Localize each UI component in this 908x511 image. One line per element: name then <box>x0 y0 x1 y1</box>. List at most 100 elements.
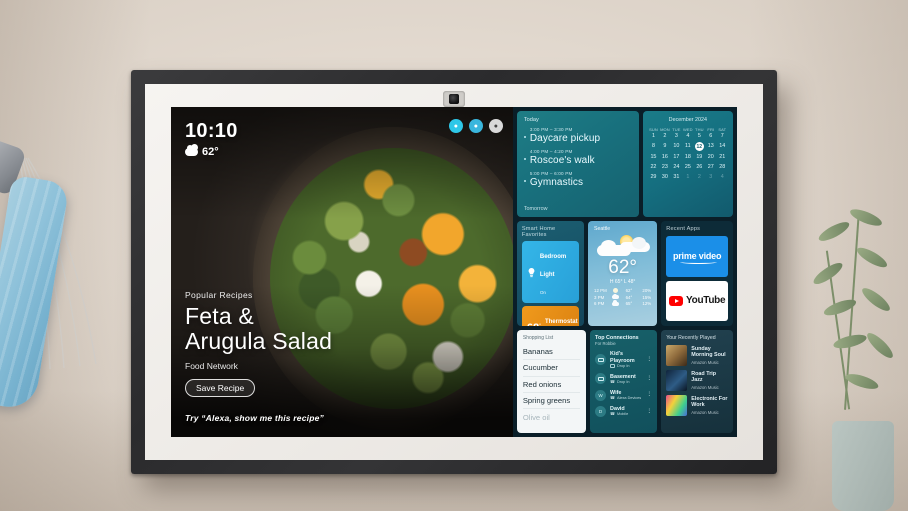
device-icon <box>595 373 607 385</box>
calendar-day[interactable]: 10 <box>671 142 682 152</box>
calendar-day[interactable]: 5 <box>694 132 705 141</box>
olive-plant-decor <box>793 190 908 511</box>
cloud-shape <box>631 237 646 250</box>
recently-played-item[interactable]: Sunday Morning Soul Amazon Music <box>666 344 728 366</box>
app-tile-prime-video[interactable]: prime video <box>666 236 728 277</box>
calendar-widget[interactable]: December 2024 SUN MON TUE WED THU FRI SAT 1234… <box>642 111 733 218</box>
weather-hour-temp: 64° <box>625 294 633 300</box>
overflow-menu-icon[interactable]: ⋮ <box>646 408 652 413</box>
youtube-play-icon <box>669 295 684 306</box>
calendar-day[interactable]: 13 <box>705 142 716 152</box>
weather-widget[interactable]: Seattle 62° H 65° L 48° 12 PM 62° 20% 3 PM 6… <box>588 221 658 326</box>
calendar-day[interactable]: 24 <box>671 163 682 172</box>
save-recipe-button[interactable]: Save Recipe <box>185 379 256 397</box>
app-tile-youtube[interactable]: YouTube <box>666 280 728 321</box>
recipe-hero-panel[interactable]: 10:10 62° ● ● ● Popular Recipes Feta & A… <box>171 107 513 437</box>
agenda-event-name: Roscoe's walk <box>529 155 595 166</box>
agenda-widget[interactable]: Today 3:00 PM – 3:30 PM Daycare pickup 4:0… <box>516 111 639 218</box>
calendar-day-today[interactable]: 12 <box>694 142 705 152</box>
shopping-list-item[interactable]: Olive oil <box>523 409 580 424</box>
calendar-day[interactable]: 23 <box>659 163 670 172</box>
calendar-day-next-month[interactable]: 4 <box>717 173 728 182</box>
calendar-day[interactable]: 7 <box>717 132 728 141</box>
recent-apps-widget[interactable]: Recent Apps prime video YouTube <box>661 221 733 326</box>
connection-row[interactable]: Kid's Playroom Drop In ⋮ <box>595 349 652 371</box>
calendar-dow-label: WED <box>683 127 693 132</box>
device-status-icon[interactable]: ● <box>468 119 483 133</box>
weather-hour-temp: 62° <box>625 288 633 294</box>
calendar-day[interactable]: 15 <box>648 153 659 162</box>
device-status-icon[interactable]: ● <box>448 119 463 133</box>
calendar-day[interactable]: 21 <box>717 153 728 162</box>
recently-played-list[interactable]: Sunday Morning Soul Amazon Music Road Trip… <box>666 344 728 416</box>
calendar-day[interactable]: 31 <box>671 173 682 182</box>
smart-home-widget[interactable]: Smart Home Favorites Bedroom Light On ° … <box>516 221 585 326</box>
connection-text: Basement ☎ Drop In <box>610 374 642 385</box>
recently-played-widget[interactable]: Your Recently Played Sunday Morning Soul… <box>661 329 733 433</box>
smart-home-tile-name: Thermostat <box>544 319 578 326</box>
calendar-day[interactable]: 4 <box>682 132 693 141</box>
calendar-day[interactable]: 20 <box>705 153 716 162</box>
clock-widget[interactable]: 10:10 62° <box>185 121 238 158</box>
recent-apps-title: Recent Apps <box>666 226 701 233</box>
thermostat-value: 68 <box>527 322 539 326</box>
smart-home-tile-bedroom-light[interactable]: Bedroom Light On <box>521 241 580 304</box>
calendar-day[interactable]: 27 <box>705 163 716 172</box>
overflow-menu-icon[interactable]: ⋮ <box>646 392 652 397</box>
calendar-day[interactable]: 8 <box>648 142 659 152</box>
connections-list[interactable]: Kid's Playroom Drop In ⋮ Basement ☎ Drop In ⋮ W… <box>595 349 652 420</box>
shopping-list-widget[interactable]: Shopping List Bananas Cucumber Red onions S… <box>516 329 587 433</box>
overflow-menu-icon[interactable]: ⋮ <box>646 356 652 361</box>
agenda-event-name: Daycare pickup <box>529 133 601 144</box>
shopping-item-list[interactable]: Bananas Cucumber Red onions Spring greens Ol… <box>522 344 581 425</box>
recently-played-item[interactable]: Electronic For Work Amazon Music <box>666 394 728 416</box>
calendar-day-next-month[interactable]: 1 <box>682 173 693 182</box>
status-icon-tray[interactable]: ● ● ● <box>448 119 503 133</box>
phone-icon: ☎ <box>610 394 616 400</box>
connection-row[interactable]: W Wife ☎ Alexa Devices ⋮ <box>595 387 652 403</box>
calendar-day[interactable]: 22 <box>648 163 659 172</box>
calendar-day-next-month[interactable]: 3 <box>705 173 716 182</box>
connection-row[interactable]: Basement ☎ Drop In ⋮ <box>595 371 652 387</box>
calendar-day[interactable]: 19 <box>694 153 705 162</box>
calendar-day[interactable]: 6 <box>705 132 716 141</box>
shopping-list-item[interactable]: Cucumber <box>522 360 581 377</box>
agenda-event[interactable]: 3:00 PM – 3:30 PM Daycare pickup <box>523 127 632 144</box>
agenda-event-list: 3:00 PM – 3:30 PM Daycare pickup 4:00 PM –… <box>523 127 632 188</box>
calendar-day[interactable]: 9 <box>659 142 670 152</box>
calendar-day-grid[interactable]: 1 2 3 4 5 6 7 8 9 10 11 12 13 14 15 16 17 18 19 20 21 22 23 24 2… <box>648 132 728 182</box>
calendar-day[interactable]: 18 <box>682 153 693 162</box>
calendar-day[interactable]: 1 <box>648 132 659 141</box>
calendar-day[interactable]: 3 <box>671 132 682 141</box>
weather-hour: 3 PM <box>594 294 605 300</box>
smart-home-tile-thermostat[interactable]: 68° Thermostat Heat to 72° <box>521 306 580 326</box>
agenda-event[interactable]: 5:00 PM – 6:00 PM Gymnastics <box>523 171 632 188</box>
calendar-day[interactable]: 16 <box>659 153 670 162</box>
calendar-day[interactable]: 25 <box>682 163 693 172</box>
connections-subtitle: For Robbie <box>595 340 616 346</box>
account-avatar-icon[interactable]: ● <box>488 119 503 133</box>
camera-module <box>443 91 465 107</box>
calendar-day[interactable]: 29 <box>648 173 659 182</box>
contact-avatar: W <box>595 389 607 401</box>
calendar-day[interactable]: 11 <box>682 142 693 152</box>
smart-display-screen[interactable]: 10:10 62° ● ● ● Popular Recipes Feta & A… <box>171 107 737 437</box>
calendar-day[interactable]: 30 <box>659 173 670 182</box>
calendar-day[interactable]: 17 <box>671 153 682 162</box>
agenda-event[interactable]: 4:00 PM – 4:20 PM Roscoe's walk <box>523 149 632 166</box>
calendar-day[interactable]: 14 <box>717 142 728 152</box>
calendar-day-next-month[interactable]: 2 <box>694 173 705 182</box>
shopping-list-item[interactable]: Bananas <box>522 344 581 361</box>
recently-played-item[interactable]: Road Trip Jazz Amazon Music <box>666 369 728 391</box>
youtube-logo: YouTube <box>686 295 726 307</box>
calendar-day[interactable]: 26 <box>694 163 705 172</box>
connection-row[interactable]: D David ☎ Mobile ⋮ <box>595 403 652 419</box>
shopping-list-item[interactable]: Red onions <box>522 377 581 394</box>
plant-leaf <box>816 218 852 245</box>
top-connections-widget[interactable]: Top Connections For Robbie Kid's Playroo… <box>590 329 658 433</box>
calendar-day[interactable]: 2 <box>659 132 670 141</box>
overflow-menu-icon[interactable]: ⋮ <box>646 375 652 380</box>
shopping-list-item[interactable]: Spring greens <box>522 393 581 410</box>
recipe-source: Food Network <box>185 361 238 371</box>
calendar-day[interactable]: 28 <box>717 163 728 172</box>
